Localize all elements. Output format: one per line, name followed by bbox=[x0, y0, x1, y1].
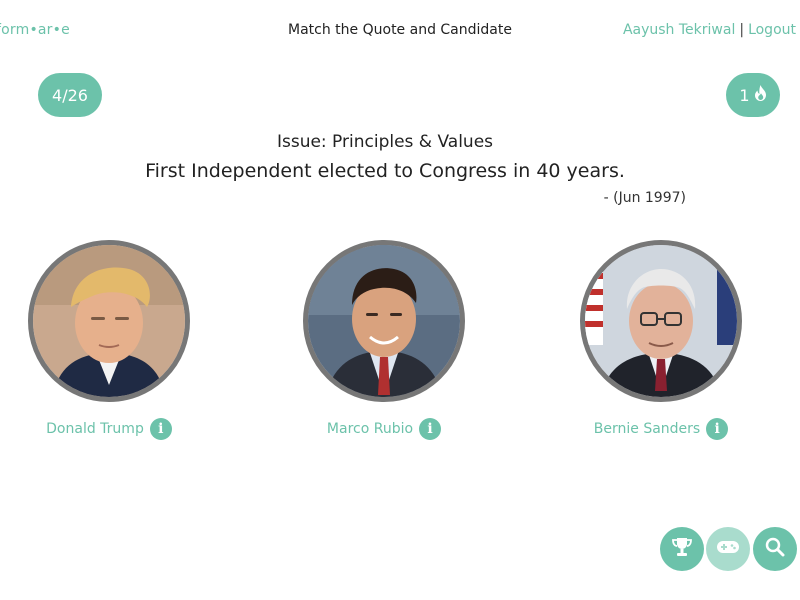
progress-text: 4/26 bbox=[52, 85, 88, 105]
candidate-card-rubio[interactable]: Marco Rubio i bbox=[294, 240, 474, 440]
user-area: Aayush Tekriwal | Logout bbox=[623, 22, 796, 38]
search-button[interactable] bbox=[753, 527, 797, 571]
candidate-card-trump[interactable]: Donald Trump i bbox=[19, 240, 199, 440]
info-icon[interactable]: i bbox=[419, 418, 442, 440]
candidate-name[interactable]: Marco Rubio bbox=[327, 421, 413, 437]
candidate-photo[interactable] bbox=[580, 240, 742, 402]
info-icon[interactable]: i bbox=[149, 418, 172, 440]
candidate-photo[interactable] bbox=[303, 240, 465, 402]
progress-badge: 4/26 bbox=[38, 73, 102, 117]
game-mode-button[interactable] bbox=[706, 527, 750, 571]
candidate-card-sanders[interactable]: Bernie Sanders i bbox=[571, 240, 751, 440]
logout-link[interactable]: Logout bbox=[748, 22, 796, 38]
info-icon[interactable]: i bbox=[706, 418, 729, 440]
quote-date: - (Jun 1997) bbox=[603, 190, 686, 206]
issue-label: Issue: Principles & Values bbox=[276, 132, 494, 152]
leaderboard-button[interactable] bbox=[660, 527, 704, 571]
quote-text: First Independent elected to Congress in… bbox=[145, 160, 625, 182]
streak-badge: 1 bbox=[726, 73, 780, 117]
candidate-name-row: Marco Rubio i bbox=[327, 418, 442, 440]
candidate-name-row: Bernie Sanders i bbox=[594, 418, 729, 440]
candidate-photo[interactable] bbox=[28, 240, 190, 402]
gamepad-icon bbox=[716, 539, 740, 559]
user-separator: | bbox=[739, 22, 745, 38]
trophy-icon bbox=[671, 536, 693, 562]
flame-icon bbox=[754, 85, 767, 105]
candidate-name[interactable]: Donald Trump bbox=[46, 421, 144, 437]
candidate-name-row: Donald Trump i bbox=[46, 418, 172, 440]
user-name-link[interactable]: Aayush Tekriwal bbox=[623, 22, 735, 38]
candidate-name[interactable]: Bernie Sanders bbox=[594, 421, 700, 437]
streak-count: 1 bbox=[739, 85, 750, 105]
search-icon bbox=[765, 537, 785, 561]
